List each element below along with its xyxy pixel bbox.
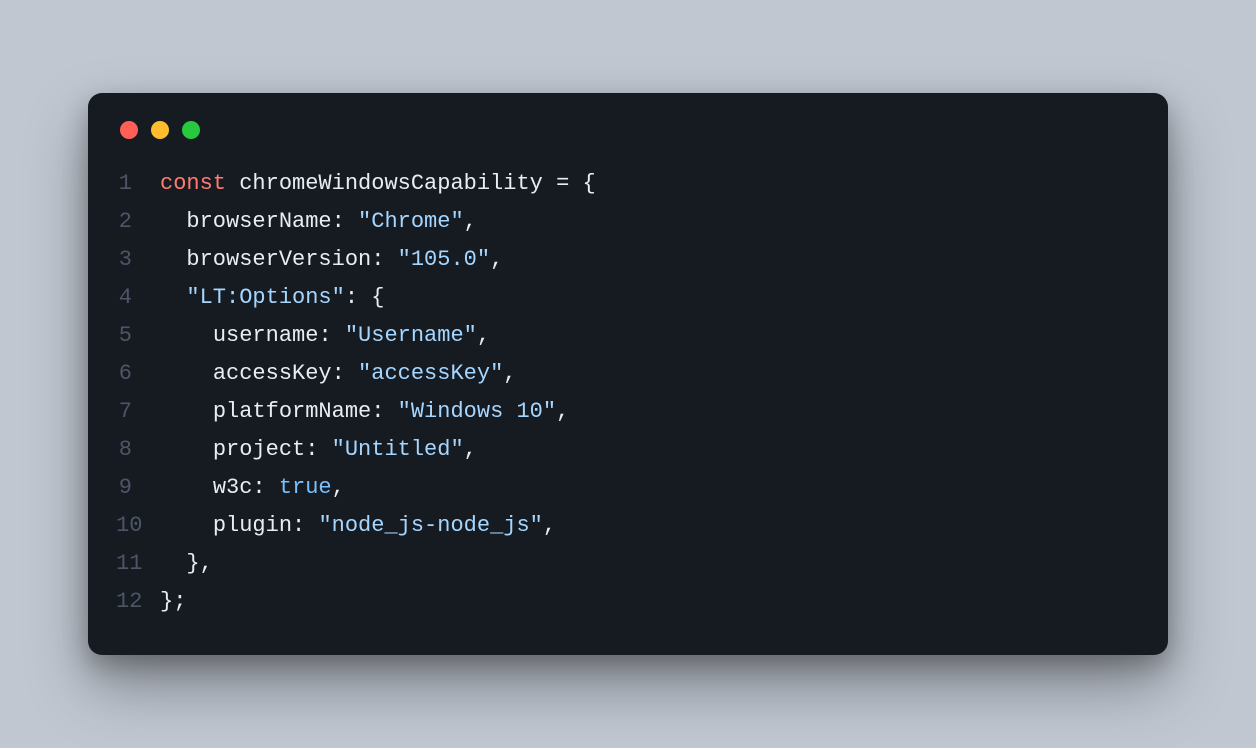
code-line: 5 username: "Username", xyxy=(116,317,1140,355)
line-number: 8 xyxy=(116,431,160,469)
line-number: 9 xyxy=(116,469,160,507)
token-punct: : xyxy=(371,247,397,272)
token-string: "Untitled" xyxy=(332,437,464,462)
code-content: username: "Username", xyxy=(160,317,490,355)
token-property: platformName xyxy=(213,399,371,424)
token-punct: }, xyxy=(160,551,213,576)
token-boolean: true xyxy=(279,475,332,500)
code-content: accessKey: "accessKey", xyxy=(160,355,516,393)
token-indent xyxy=(160,513,213,538)
code-line: 1 const chromeWindowsCapability = { xyxy=(116,165,1140,203)
token-string: "105.0" xyxy=(398,247,490,272)
token-string: "accessKey" xyxy=(358,361,503,386)
token-property: w3c xyxy=(213,475,253,500)
token-indent xyxy=(160,285,186,310)
traffic-lights xyxy=(120,121,1140,139)
code-content: }, xyxy=(160,545,213,583)
code-line: 4 "LT:Options": { xyxy=(116,279,1140,317)
token-punct: , xyxy=(503,361,516,386)
token-string: "LT:Options" xyxy=(186,285,344,310)
code-content: browserName: "Chrome", xyxy=(160,203,477,241)
code-content: project: "Untitled", xyxy=(160,431,477,469)
code-line: 10 plugin: "node_js-node_js", xyxy=(116,507,1140,545)
line-number: 4 xyxy=(116,279,160,317)
token-string: "Windows 10" xyxy=(398,399,556,424)
code-line: 11 }, xyxy=(116,545,1140,583)
code-line: 2 browserName: "Chrome", xyxy=(116,203,1140,241)
token-property: project xyxy=(213,437,305,462)
line-number: 3 xyxy=(116,241,160,279)
token-space xyxy=(226,171,239,196)
code-content: browserVersion: "105.0", xyxy=(160,241,503,279)
token-punct: : xyxy=(332,209,358,234)
token-string: "Username" xyxy=(345,323,477,348)
token-punct: , xyxy=(543,513,556,538)
code-line: 3 browserVersion: "105.0", xyxy=(116,241,1140,279)
token-indent xyxy=(160,209,186,234)
code-content: "LT:Options": { xyxy=(160,279,384,317)
code-line: 12 }; xyxy=(116,583,1140,621)
code-content: platformName: "Windows 10", xyxy=(160,393,569,431)
code-line: 7 platformName: "Windows 10", xyxy=(116,393,1140,431)
line-number: 1 xyxy=(116,165,160,203)
line-number: 12 xyxy=(116,583,160,621)
token-indent xyxy=(160,323,213,348)
token-punct: , xyxy=(464,209,477,234)
close-icon[interactable] xyxy=(120,121,138,139)
token-variable: chromeWindowsCapability xyxy=(239,171,543,196)
token-punct: : { xyxy=(345,285,385,310)
token-punct: : xyxy=(292,513,318,538)
token-punct: : xyxy=(318,323,344,348)
token-punct: , xyxy=(332,475,345,500)
token-punct: , xyxy=(477,323,490,348)
line-number: 11 xyxy=(116,545,160,583)
code-line: 6 accessKey: "accessKey", xyxy=(116,355,1140,393)
token-punct: = { xyxy=(543,171,596,196)
token-punct: : xyxy=(332,361,358,386)
editor-window: 1 const chromeWindowsCapability = { 2 br… xyxy=(88,93,1168,655)
token-property: accessKey xyxy=(213,361,332,386)
token-punct: }; xyxy=(160,589,186,614)
token-keyword: const xyxy=(160,171,226,196)
token-indent xyxy=(160,437,213,462)
line-number: 6 xyxy=(116,355,160,393)
token-property: username xyxy=(213,323,319,348)
code-line: 8 project: "Untitled", xyxy=(116,431,1140,469)
token-string: "node_js-node_js" xyxy=(318,513,542,538)
token-string: "Chrome" xyxy=(358,209,464,234)
token-punct: : xyxy=(252,475,278,500)
token-punct: , xyxy=(556,399,569,424)
token-punct: : xyxy=(305,437,331,462)
token-indent xyxy=(160,247,186,272)
token-punct: , xyxy=(464,437,477,462)
token-property: browserVersion xyxy=(186,247,371,272)
line-number: 2 xyxy=(116,203,160,241)
token-property: plugin xyxy=(213,513,292,538)
line-number: 7 xyxy=(116,393,160,431)
maximize-icon[interactable] xyxy=(182,121,200,139)
token-punct: , xyxy=(490,247,503,272)
code-content: plugin: "node_js-node_js", xyxy=(160,507,556,545)
minimize-icon[interactable] xyxy=(151,121,169,139)
token-indent xyxy=(160,361,213,386)
code-area[interactable]: 1 const chromeWindowsCapability = { 2 br… xyxy=(116,165,1140,621)
token-indent xyxy=(160,475,213,500)
token-punct: : xyxy=(371,399,397,424)
token-property: browserName xyxy=(186,209,331,234)
code-content: w3c: true, xyxy=(160,469,345,507)
code-content: }; xyxy=(160,583,186,621)
code-content: const chromeWindowsCapability = { xyxy=(160,165,596,203)
code-line: 9 w3c: true, xyxy=(116,469,1140,507)
line-number: 5 xyxy=(116,317,160,355)
line-number: 10 xyxy=(116,507,160,545)
token-indent xyxy=(160,399,213,424)
